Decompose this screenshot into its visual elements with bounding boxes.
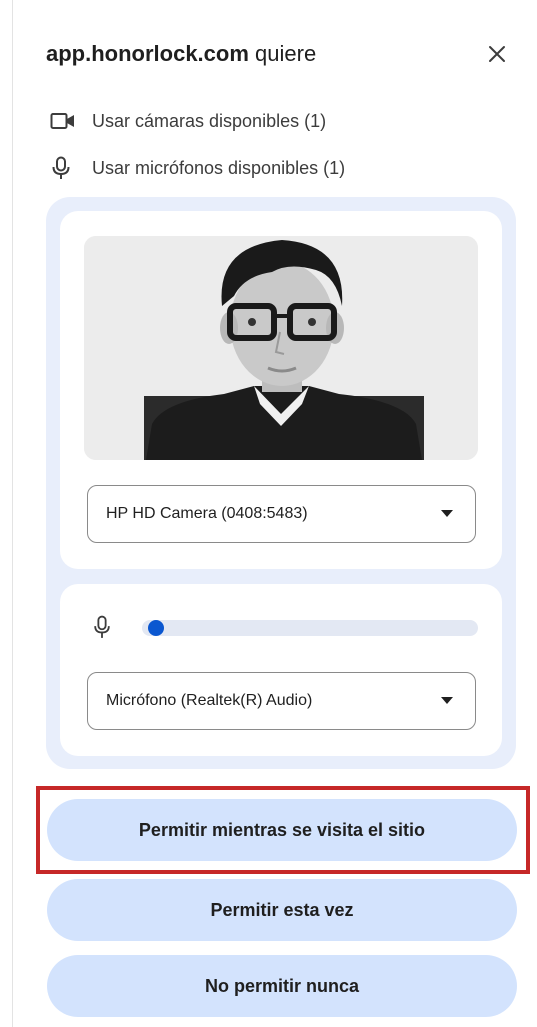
chevron-down-icon — [441, 510, 453, 517]
window-edge — [12, 0, 13, 1027]
permission-camera-label: Usar cámaras disponibles (1) — [92, 110, 327, 131]
permission-camera: Usar cámaras disponibles (1) — [50, 107, 326, 135]
chevron-down-icon — [441, 697, 453, 704]
camera-preview — [84, 236, 478, 460]
title-suffix: quiere — [248, 41, 317, 66]
video-camera-icon — [50, 109, 78, 133]
camera-select[interactable]: HP HD Camera (0408:5483) — [87, 485, 476, 543]
microphone-icon — [92, 614, 112, 640]
microphone-select-value: Micrófono (Realtek(R) Audio) — [106, 692, 313, 709]
dialog-header: app.honorlock.com quiere — [46, 38, 517, 74]
never-allow-button[interactable]: No permitir nunca — [47, 955, 517, 1017]
microphone-icon — [50, 156, 78, 180]
close-button[interactable] — [481, 38, 513, 70]
permission-microphone: Usar micrófonos disponibles (1) — [50, 154, 345, 182]
camera-preview-image — [84, 236, 478, 460]
site-name: app.honorlock.com — [46, 41, 249, 66]
highlight-box — [36, 786, 530, 874]
microphone-card — [60, 584, 502, 756]
allow-this-time-button[interactable]: Permitir esta vez — [47, 879, 517, 941]
dialog-title: app.honorlock.com quiere — [46, 38, 517, 70]
camera-select-value: HP HD Camera (0408:5483) — [106, 505, 308, 522]
microphone-select[interactable]: Micrófono (Realtek(R) Audio) — [87, 672, 476, 730]
close-icon — [489, 46, 505, 62]
permission-microphone-label: Usar micrófonos disponibles (1) — [92, 157, 346, 178]
mic-level-meter — [142, 620, 478, 636]
